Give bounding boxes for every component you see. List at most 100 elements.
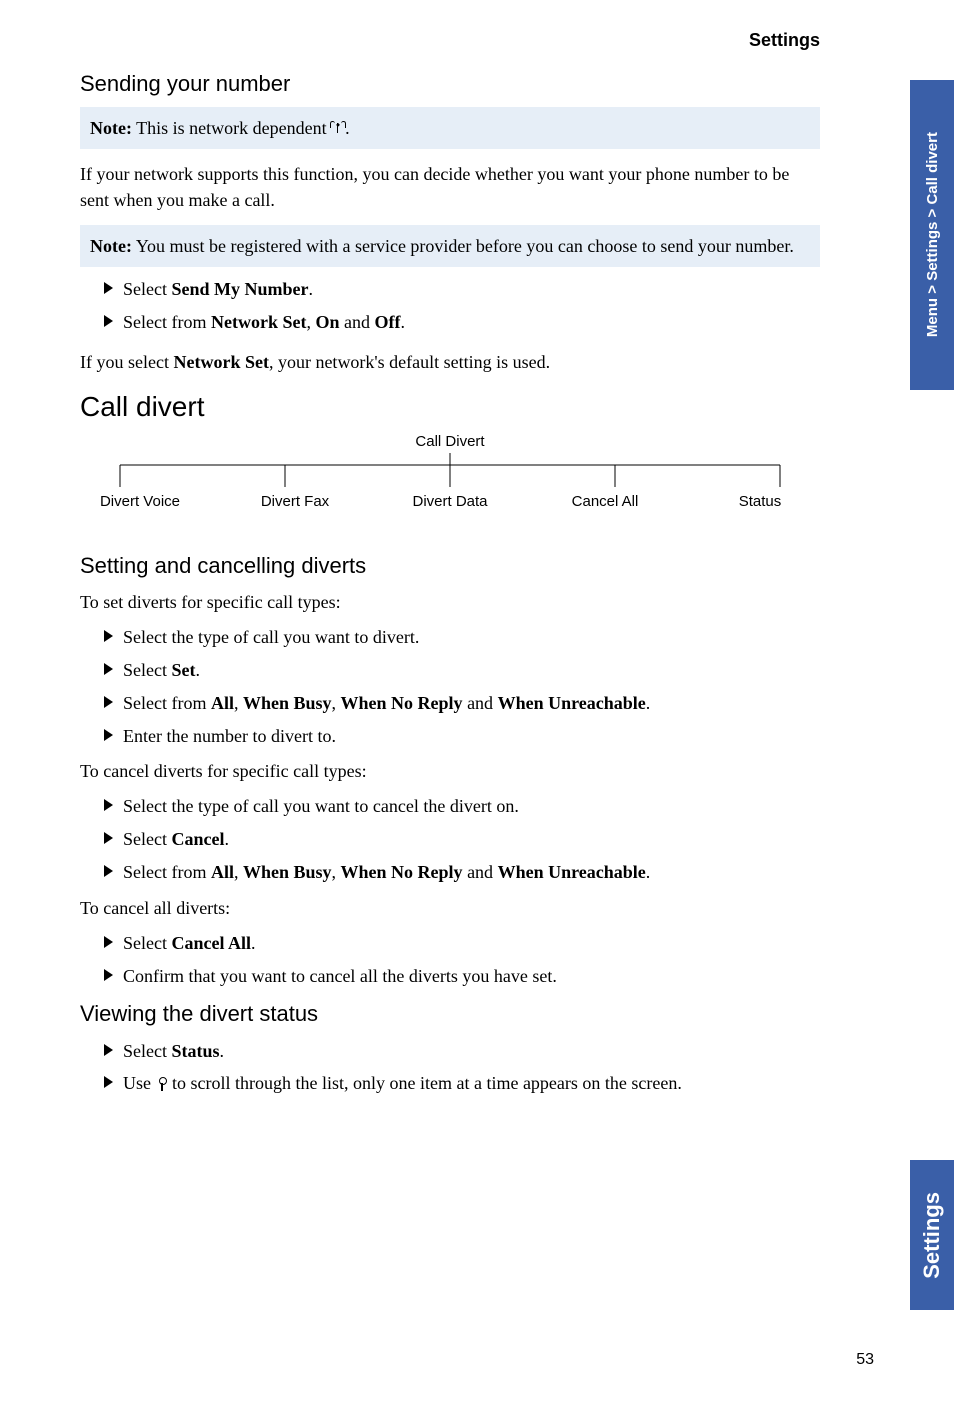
text: .: [220, 1041, 225, 1061]
viewing-bullets: Select Status. Use to scroll through the…: [104, 1037, 820, 1099]
bullet-item: Select the type of call you want to canc…: [104, 792, 820, 821]
text: Select from: [123, 862, 211, 882]
text: Enter the number to divert to.: [123, 722, 336, 751]
bullet-item: Select Send My Number.: [104, 275, 820, 304]
text: Select: [123, 1041, 171, 1061]
sending-heading: Sending your number: [80, 71, 820, 97]
bullet-item: Select Set.: [104, 656, 820, 685]
text: .: [195, 660, 200, 680]
bullet-icon: [104, 936, 113, 948]
side-tab-chapter-text: Settings: [919, 1192, 945, 1279]
nav-key-icon: [156, 1077, 168, 1091]
side-tab-breadcrumb-text: Menu > Settings > Call divert: [924, 132, 941, 337]
term: When Busy: [243, 693, 332, 713]
bullet-item: Select from All, When Busy, When No Repl…: [104, 689, 820, 718]
text: Select: [123, 933, 171, 953]
diagram-leaf: Divert Voice: [80, 493, 200, 510]
call-divert-diagram: Call Divert Divert Voice Divert Fax Dive…: [80, 433, 820, 523]
text: .: [309, 279, 314, 299]
bullet-icon: [104, 696, 113, 708]
bullet-icon: [104, 969, 113, 981]
bullet-item: Use to scroll through the list, only one…: [104, 1069, 820, 1098]
viewing-heading: Viewing the divert status: [80, 1001, 820, 1027]
bullet-icon: [104, 630, 113, 642]
bullet-item: Enter the number to divert to.: [104, 722, 820, 751]
bullet-item: Select Cancel.: [104, 825, 820, 854]
term: Off: [374, 312, 400, 332]
bullet-item: Select Cancel All.: [104, 929, 820, 958]
setting-bullets-2: Select the type of call you want to canc…: [104, 792, 820, 886]
text: .: [646, 862, 651, 882]
diagram-leaf: Cancel All: [545, 493, 665, 510]
note-label: Note:: [90, 118, 132, 138]
text: .: [646, 693, 651, 713]
bullet-icon: [104, 799, 113, 811]
page-number: 53: [856, 1351, 874, 1369]
diagram-lines: [80, 453, 820, 491]
bullet-icon: [104, 832, 113, 844]
sending-body: If your network supports this function, …: [80, 161, 820, 213]
note-text: You must be registered with a service pr…: [132, 236, 794, 256]
bullet-item: Select the type of call you want to dive…: [104, 623, 820, 652]
term: Send My Number: [171, 279, 308, 299]
term: Cancel: [171, 829, 224, 849]
term: Network Set: [211, 312, 306, 332]
term: When Busy: [243, 862, 332, 882]
term: Network Set: [173, 352, 268, 372]
text: Select the type of call you want to dive…: [123, 623, 419, 652]
bullet-icon: [104, 865, 113, 877]
bullet-icon: [104, 729, 113, 741]
text: , your network's default setting is used…: [269, 352, 550, 372]
diagram-root: Call Divert: [80, 433, 820, 450]
page-header-section: Settings: [80, 30, 820, 51]
diagram-leaf: Divert Data: [390, 493, 510, 510]
call-divert-heading: Call divert: [80, 391, 820, 423]
antenna-icon: [331, 120, 345, 136]
text: Select: [123, 829, 171, 849]
sending-note-1: Note: This is network dependent .: [80, 107, 820, 149]
bullet-icon: [104, 315, 113, 327]
term: Status: [171, 1041, 219, 1061]
setting-bullets-3: Select Cancel All. Confirm that you want…: [104, 929, 820, 991]
term: Cancel All: [171, 933, 251, 953]
text: ,: [234, 862, 243, 882]
text: Select from: [123, 693, 211, 713]
text: Select the type of call you want to canc…: [123, 792, 519, 821]
term: When No Reply: [341, 862, 463, 882]
term: On: [315, 312, 339, 332]
setting-intro3: To cancel all diverts:: [80, 895, 820, 921]
bullet-icon: [104, 282, 113, 294]
bullet-icon: [104, 1044, 113, 1056]
term: Set: [171, 660, 195, 680]
side-tab-breadcrumb: Menu > Settings > Call divert: [910, 80, 954, 390]
bullet-item: Select Status.: [104, 1037, 820, 1066]
text: Confirm that you want to cancel all the …: [123, 962, 557, 991]
bullet-icon: [104, 1076, 113, 1088]
text: ,: [234, 693, 243, 713]
bullet-icon: [104, 663, 113, 675]
term: When Unreachable: [498, 693, 646, 713]
diagram-leaf: Status: [700, 493, 820, 510]
text: Select from: [123, 312, 211, 332]
page-content: Settings Sending your number Note: This …: [80, 30, 820, 1106]
note-label: Note:: [90, 236, 132, 256]
bullet-item: Select from Network Set, On and Off.: [104, 308, 820, 337]
bullet-item: Confirm that you want to cancel all the …: [104, 962, 820, 991]
text: If you select: [80, 352, 173, 372]
text: .: [400, 312, 405, 332]
text: .: [251, 933, 256, 953]
term: All: [211, 862, 234, 882]
note-text: This is network dependent: [132, 118, 331, 138]
sending-bullets: Select Send My Number. Select from Netwo…: [104, 275, 820, 337]
side-tab-chapter: Settings: [910, 1160, 954, 1310]
text: to scroll through the list, only one ite…: [168, 1073, 682, 1093]
text: and: [463, 693, 498, 713]
term: When No Reply: [341, 693, 463, 713]
term: All: [211, 693, 234, 713]
text: and: [339, 312, 374, 332]
diagram-leaf: Divert Fax: [235, 493, 355, 510]
setting-intro1: To set diverts for specific call types:: [80, 589, 820, 615]
sending-note-2: Note: You must be registered with a serv…: [80, 225, 820, 267]
note-text-after: .: [345, 118, 350, 138]
text: ,: [332, 693, 341, 713]
